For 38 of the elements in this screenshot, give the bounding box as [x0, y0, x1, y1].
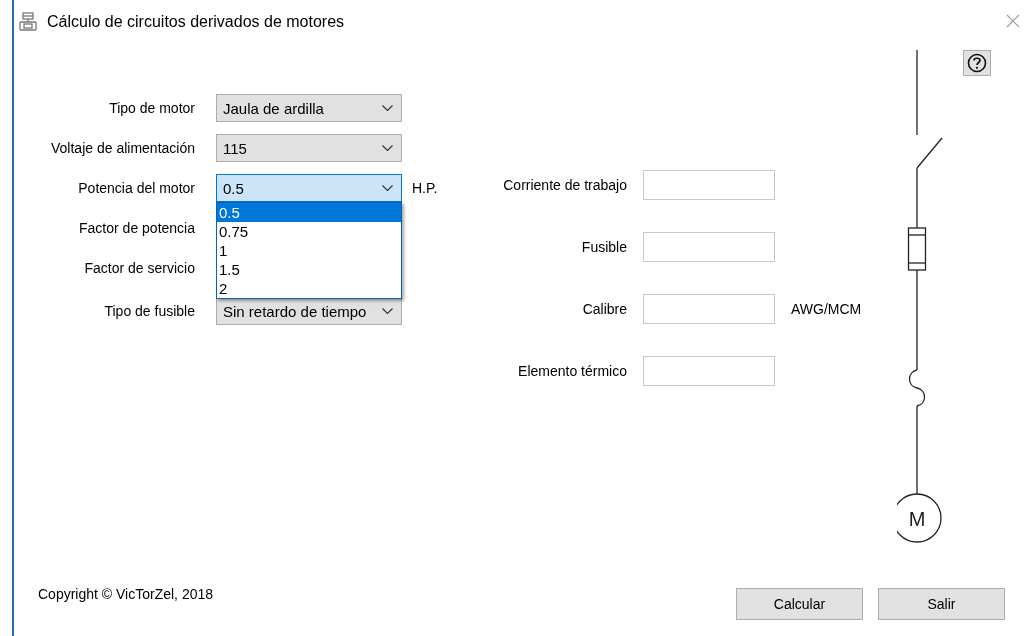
help-button[interactable] [963, 50, 991, 76]
dropdown-option[interactable]: 1 [217, 241, 401, 260]
unit-label: AWG/MCM [791, 301, 862, 317]
field-label: Fusible [581, 239, 627, 255]
caret-icon [382, 307, 393, 315]
dropdown[interactable]: 0.5 [216, 174, 402, 202]
help-icon [967, 53, 987, 73]
dropdown[interactable]: Sin retardo de tiempo [216, 297, 402, 325]
field-label: Elemento térmico [518, 363, 627, 379]
output-field[interactable] [643, 170, 775, 200]
dropdown-option[interactable]: 0.75 [217, 222, 401, 241]
output-field[interactable] [643, 356, 775, 386]
dropdown-option[interactable]: 0.5 [217, 203, 401, 222]
field-label: Factor de servicio [84, 260, 195, 276]
dropdown[interactable]: 115 [216, 134, 402, 162]
action-button[interactable]: Calcular [736, 588, 863, 620]
field-label: Potencia del motor [78, 180, 195, 196]
copyright-text: Copyright © VicTorZel, 2018 [38, 586, 214, 602]
close-icon[interactable] [1006, 14, 1020, 28]
output-field[interactable] [643, 294, 775, 324]
caret-icon [382, 104, 393, 112]
unit-label: H.P. [412, 180, 439, 196]
field-label: Calibre [582, 301, 627, 317]
field-label: Factor de potencia [79, 220, 195, 236]
window-title: Cálculo de circuitos derivados de motores [47, 13, 345, 31]
caret-icon [382, 144, 393, 152]
caret-icon [382, 184, 393, 192]
action-button[interactable]: Salir [878, 588, 1005, 620]
dropdown-option[interactable]: 2 [217, 279, 401, 298]
field-label: Corriente de trabajo [503, 177, 627, 193]
field-label: Voltaje de alimentación [51, 140, 195, 156]
motor-label: M [908, 508, 926, 530]
dropdown-option[interactable]: 1.5 [217, 260, 401, 279]
field-label: Tipo de fusible [104, 303, 195, 319]
dropdown[interactable]: Jaula de ardilla [216, 94, 402, 122]
field-label: Tipo de motor [109, 100, 195, 116]
app-icon [18, 12, 38, 32]
output-field[interactable] [643, 232, 775, 262]
